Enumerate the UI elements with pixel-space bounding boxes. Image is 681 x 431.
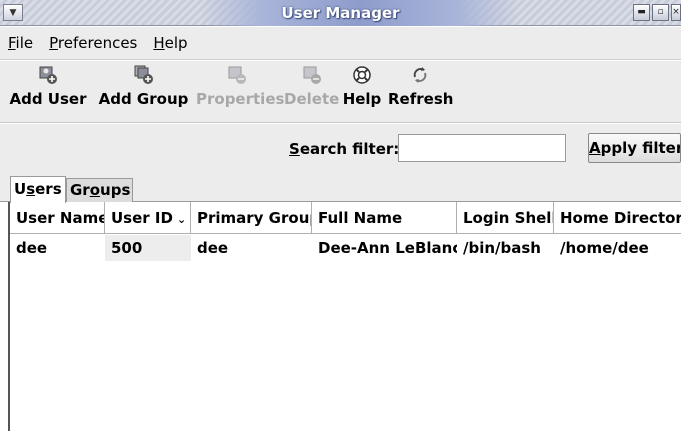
window-title: User Manager (281, 4, 400, 22)
apply-filter-button[interactable]: Apply filter (588, 133, 681, 163)
tab-groups-mnemonic: o (89, 181, 101, 199)
menu-file-mnemonic: F (8, 34, 16, 52)
properties-icon (227, 65, 247, 85)
menu-preferences[interactable]: Preferences (46, 32, 140, 54)
menu-help-label: elp (164, 34, 188, 52)
table-header: User Name User ID ⌄ Primary Group Full Na… (10, 202, 681, 234)
add-group-button[interactable]: Add Group (98, 63, 189, 121)
properties-label: Properties (196, 90, 285, 108)
cell-user-name: dee (16, 239, 48, 257)
apply-filter-label: pply filter (600, 139, 681, 157)
close-icon[interactable]: × (671, 4, 681, 21)
chevron-down-icon[interactable]: ▼ (3, 4, 23, 21)
add-group-icon (134, 65, 154, 85)
cell-user-id: 500 (105, 235, 191, 261)
menu-bar: File Preferences Help (0, 27, 681, 60)
add-group-label: Add Group (98, 90, 189, 108)
refresh-label: Refresh (388, 90, 454, 108)
apply-filter-mnemonic: A (589, 139, 601, 157)
menu-file[interactable]: File (5, 32, 36, 54)
lifebuoy-icon (352, 65, 372, 85)
tab-users-label-pre: U (14, 180, 27, 198)
window-controls: ▬ ▫ × (633, 4, 681, 21)
search-row: Search filter: Apply filter (0, 124, 681, 174)
toolbar: Add User Add Group Properties Delete Hel… (0, 61, 681, 123)
column-header-full-name[interactable]: Full Name (312, 202, 457, 234)
delete-button[interactable]: Delete (284, 63, 339, 121)
refresh-icon (410, 65, 430, 85)
column-header-login-shell[interactable]: Login Shell (457, 202, 554, 234)
menu-preferences-label: references (57, 34, 138, 52)
column-header-user-name[interactable]: User Name (10, 202, 105, 234)
cell-primary-group: dee (197, 239, 229, 257)
tab-groups-label-pre: Gr (70, 181, 90, 199)
tab-bar: Users Groups (0, 174, 681, 203)
search-filter-label: Search filter: (289, 140, 399, 158)
tab-groups-label-post: ups (100, 181, 131, 199)
menu-help-mnemonic: H (153, 34, 165, 52)
cell-home-directory: /home/dee (560, 239, 649, 257)
table-row[interactable]: dee 500 dee Dee-Ann LeBlanc /bin/bash /h… (10, 235, 681, 261)
sort-descending-icon: ⌄ (176, 213, 187, 226)
menu-preferences-mnemonic: P (49, 34, 58, 52)
minimize-icon[interactable]: ▬ (633, 4, 650, 21)
tab-groups[interactable]: Groups (66, 178, 133, 202)
add-user-label: Add User (9, 90, 87, 108)
tab-users-label-post: ers (35, 180, 62, 198)
menu-file-label: ile (15, 34, 34, 52)
help-label: Help (342, 90, 382, 108)
title-bar: User Manager ▼ ▬ ▫ × (0, 0, 681, 26)
column-header-user-id-label: User ID (111, 209, 173, 227)
delete-icon (302, 65, 322, 85)
column-header-primary-group[interactable]: Primary Group (191, 202, 312, 234)
menu-help[interactable]: Help (150, 32, 190, 54)
search-filter-mnemonic: S (289, 140, 300, 158)
help-button[interactable]: Help (342, 63, 382, 121)
search-filter-text: earch filter: (299, 140, 400, 158)
column-header-home-directory[interactable]: Home Directory (554, 202, 681, 234)
maximize-icon[interactable]: ▫ (652, 4, 669, 21)
column-header-user-id[interactable]: User ID ⌄ (105, 202, 191, 234)
cell-full-name: Dee-Ann LeBlanc (318, 239, 457, 257)
search-filter-input[interactable] (398, 134, 566, 162)
delete-label: Delete (284, 90, 340, 108)
properties-button[interactable]: Properties (196, 63, 285, 121)
add-user-button[interactable]: Add User (3, 63, 93, 121)
tab-users[interactable]: Users (10, 176, 66, 203)
cell-login-shell: /bin/bash (463, 239, 541, 257)
tab-users-mnemonic: s (26, 180, 36, 198)
refresh-button[interactable]: Refresh (388, 63, 454, 121)
add-user-icon (38, 65, 58, 85)
users-table: User Name User ID ⌄ Primary Group Full Na… (8, 202, 681, 431)
